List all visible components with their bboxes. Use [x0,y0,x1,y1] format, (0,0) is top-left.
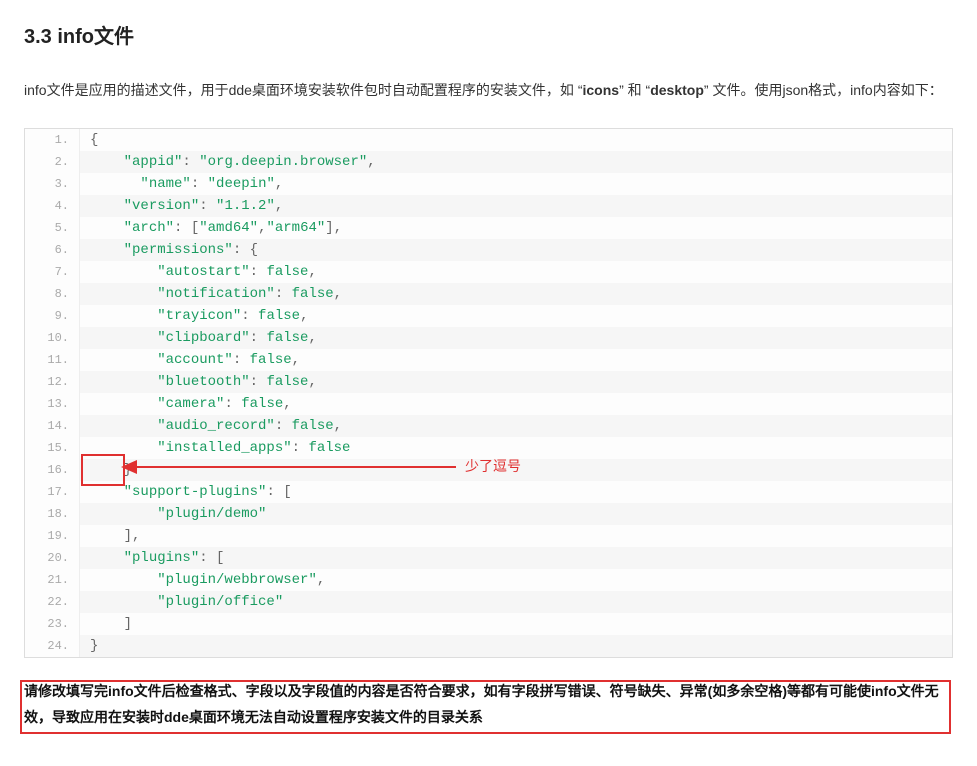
line-number: 3. [25,173,80,195]
line-content: "camera": false, [80,393,952,415]
code-line: 7. "autostart": false, [25,261,952,283]
code-line: 4. "version": "1.1.2", [25,195,952,217]
intro-text-3: 文件。使用json格式，info内容如下： [712,82,942,98]
line-number: 6. [25,239,80,261]
line-content: ] [80,613,952,635]
line-content: "plugin/demo" [80,503,952,525]
intro-paragraph: info文件是应用的描述文件，用于dde桌面环境安装软件包时自动配置程序的安装文… [24,77,953,104]
line-number: 17. [25,481,80,503]
line-number: 21. [25,569,80,591]
quote-close: ” [704,82,709,98]
quote-close: ” [619,82,624,98]
code-line: 24.} [25,635,952,657]
line-number: 24. [25,635,80,657]
code-line: 14. "audio_record": false, [25,415,952,437]
line-number: 16. [25,459,80,481]
line-content: "permissions": { [80,239,952,261]
line-content: "trayicon": false, [80,305,952,327]
footer-paragraph: 请修改填写完info文件后检查格式、字段以及字段值的内容是否符合要求，如有字段拼… [24,678,953,731]
line-content: "autostart": false, [80,261,952,283]
intro-text-1: info文件是应用的描述文件，用于dde桌面环境安装软件包时自动配置程序的安装文… [24,82,574,98]
line-content: "plugin/webbrowser", [80,569,952,591]
line-number: 22. [25,591,80,613]
line-number: 15. [25,437,80,459]
code-line: 5. "arch": ["amd64","arm64"], [25,217,952,239]
code-line: 3. "name": "deepin", [25,173,952,195]
line-number: 11. [25,349,80,371]
line-number: 4. [25,195,80,217]
line-content: ], [80,525,952,547]
intro-and: 和 [628,82,642,98]
line-content: "name": "deepin", [80,173,952,195]
code-line: 8. "notification": false, [25,283,952,305]
code-line: 6. "permissions": { [25,239,952,261]
line-content: "notification": false, [80,283,952,305]
line-number: 2. [25,151,80,173]
code-line: 23. ] [25,613,952,635]
line-content: "version": "1.1.2", [80,195,952,217]
code-line: 11. "account": false, [25,349,952,371]
code-block: 1.{2. "appid": "org.deepin.browser",3. "… [24,128,953,658]
code-line: 21. "plugin/webbrowser", [25,569,952,591]
line-number: 14. [25,415,80,437]
line-number: 7. [25,261,80,283]
line-content: "appid": "org.deepin.browser", [80,151,952,173]
annotation-label: 少了逗号 [465,456,521,476]
line-number: 23. [25,613,80,635]
line-number: 10. [25,327,80,349]
line-number: 20. [25,547,80,569]
intro-bold-icons: icons [583,82,620,98]
line-number: 5. [25,217,80,239]
code-line: 13. "camera": false, [25,393,952,415]
line-number: 18. [25,503,80,525]
line-number: 8. [25,283,80,305]
code-line: 2. "appid": "org.deepin.browser", [25,151,952,173]
line-content: "bluetooth": false, [80,371,952,393]
code-line: 20. "plugins": [ [25,547,952,569]
line-content: "account": false, [80,349,952,371]
code-line: 10. "clipboard": false, [25,327,952,349]
line-number: 12. [25,371,80,393]
code-line: 22. "plugin/office" [25,591,952,613]
code-line: 9. "trayicon": false, [25,305,952,327]
line-content: { [80,129,952,151]
intro-bold-desktop: desktop [650,82,704,98]
section-title: 3.3 info文件 [24,20,953,49]
code-line: 1.{ [25,129,952,151]
line-content: "support-plugins": [ [80,481,952,503]
line-number: 1. [25,129,80,151]
line-content: "plugin/office" [80,591,952,613]
line-number: 9. [25,305,80,327]
line-content: } [80,635,952,657]
code-line: 18. "plugin/demo" [25,503,952,525]
line-number: 13. [25,393,80,415]
line-content: "audio_record": false, [80,415,952,437]
line-content: "plugins": [ [80,547,952,569]
code-line: 17. "support-plugins": [ [25,481,952,503]
footer-text-1: 请修改填写完info文件后检查格式、字段以及字段值的内容是否符合要求， [24,683,484,699]
code-line: 12. "bluetooth": false, [25,371,952,393]
code-line: 19. ], [25,525,952,547]
line-number: 19. [25,525,80,547]
line-content: "arch": ["amd64","arm64"], [80,217,952,239]
line-content: "clipboard": false, [80,327,952,349]
